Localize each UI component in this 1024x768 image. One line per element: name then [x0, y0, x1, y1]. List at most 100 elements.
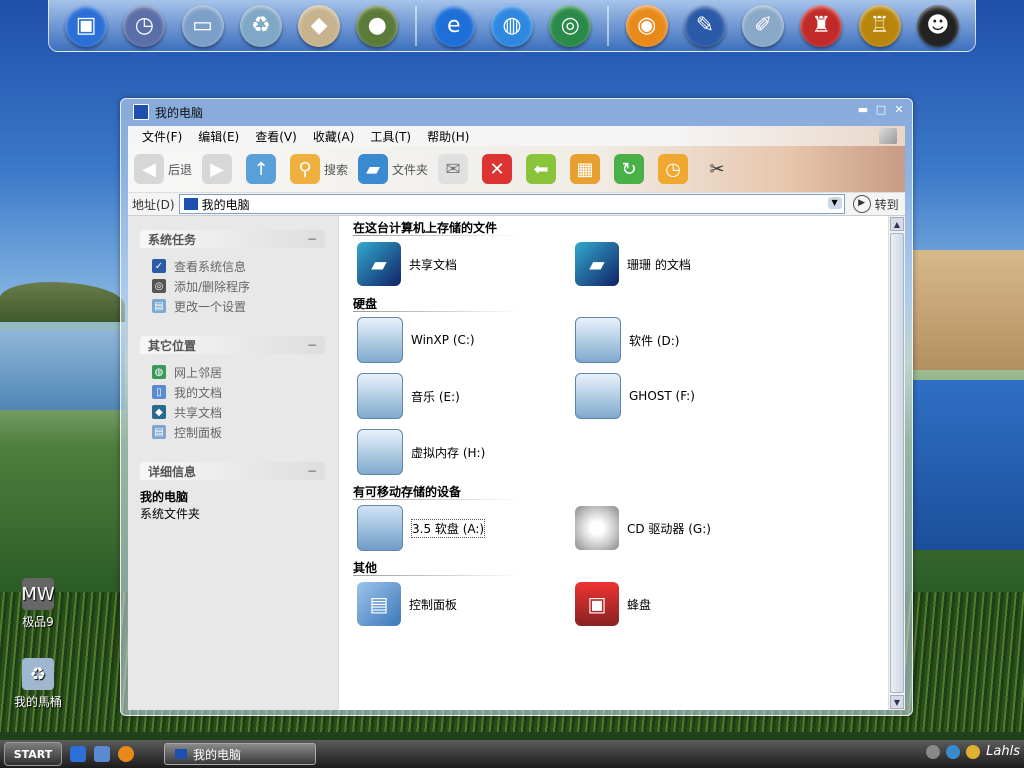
tray-qq-icon[interactable] [966, 744, 981, 759]
address-label: 地址(D) [132, 197, 175, 212]
collapse-icon[interactable]: − [307, 338, 317, 352]
forward-arrow-icon: ▶ [202, 154, 233, 184]
task-view-system-info[interactable]: ✓ 查看系统信息 [152, 256, 325, 276]
back-button[interactable]: ◀ 后退 [134, 154, 192, 184]
close-button[interactable]: ✕ [892, 103, 906, 117]
delete-button[interactable]: ✕ [482, 154, 516, 184]
globe-icon[interactable]: ◍ [490, 4, 533, 47]
forward-button[interactable]: ▶ [202, 154, 236, 184]
refresh-icon: ↻ [614, 154, 645, 184]
place-shared-documents[interactable]: ◆ 共享文档 [152, 402, 325, 422]
clock-icon[interactable]: ◷ [123, 4, 166, 47]
menu-tools[interactable]: 工具(T) [362, 128, 419, 145]
item-control-panel[interactable]: ▤ 控制面板 [353, 576, 571, 632]
address-input[interactable]: 我的电脑 ▼ [178, 194, 845, 214]
quicklaunch-desktop-icon[interactable] [94, 746, 110, 762]
notepad-tools-icon[interactable]: ✐ [742, 4, 785, 47]
cloud-disk-icon: ▣ [575, 582, 619, 626]
scroll-up-icon[interactable]: ▲ [890, 217, 904, 231]
item-drive-d[interactable]: 软件 (D:) [571, 312, 789, 368]
qq-box-icon[interactable]: ◆ [298, 4, 341, 47]
task-add-remove-programs[interactable]: ◎ 添加/删除程序 [152, 276, 325, 296]
file-list: 在这台计算机上存储的文件 ▰ 共享文档 ▰ 珊珊 的文档 硬盘 WinXP (C… [339, 216, 905, 710]
floppy-disk-icon [357, 505, 403, 551]
history-button[interactable]: ◷ [658, 154, 692, 184]
item-drive-f[interactable]: GHOST (F:) [571, 368, 789, 424]
up-button[interactable]: ↑ [246, 154, 280, 184]
folders-button[interactable]: ▰ 文件夹 [358, 154, 428, 184]
menu-bar: 文件(F) 编辑(E) 查看(V) 收藏(A) 工具(T) 帮助(H) [128, 126, 905, 146]
vertical-scrollbar[interactable]: ▲ ▼ [888, 216, 905, 710]
panel-header[interactable]: 系统任务 − [140, 230, 325, 248]
menu-view[interactable]: 查看(V) [247, 128, 305, 145]
tray-network-icon[interactable] [946, 744, 961, 759]
menu-favorites[interactable]: 收藏(A) [305, 128, 363, 145]
quicklaunch-media-icon[interactable] [118, 746, 134, 762]
joystick-icon[interactable]: ♜ [800, 4, 843, 47]
chevron-down-icon[interactable]: ▼ [827, 197, 842, 209]
collapse-icon[interactable]: − [307, 464, 317, 478]
my-computer-icon[interactable]: ▣ [65, 4, 108, 47]
internet-explorer-icon[interactable]: e [432, 4, 475, 47]
item-drive-h[interactable]: 虚拟内存 (H:) [353, 424, 571, 480]
start-button[interactable]: START [4, 742, 62, 766]
window-client: 文件(F) 编辑(E) 查看(V) 收藏(A) 工具(T) 帮助(H) ◀ 后退… [128, 126, 905, 710]
item-shared-documents[interactable]: ▰ 共享文档 [353, 236, 571, 292]
window-title: 我的电脑 [155, 105, 204, 120]
go-button[interactable]: ▶ 转到 [852, 195, 899, 213]
refresh-button[interactable]: ↻ [614, 154, 648, 184]
panel-header[interactable]: 详细信息 − [140, 462, 325, 480]
network-globe-icon[interactable]: ◎ [549, 4, 592, 47]
hard-drive-icon [357, 373, 403, 419]
menu-help[interactable]: 帮助(H) [419, 128, 477, 145]
place-control-panel[interactable]: ▤ 控制面板 [152, 422, 325, 442]
item-user-documents[interactable]: ▰ 珊珊 的文档 [571, 236, 789, 292]
undo-button[interactable]: ⬅ [526, 154, 560, 184]
task-change-setting[interactable]: ▤ 更改一个设置 [152, 296, 325, 316]
maximize-button[interactable]: □ [874, 103, 888, 117]
desktop-icon-jipin9[interactable]: MW 极品9 [3, 578, 73, 630]
clock-icon: ◷ [658, 154, 689, 184]
item-cd-drive-g[interactable]: CD 驱动器 (G:) [571, 500, 789, 556]
place-my-documents[interactable]: ▯ 我的文档 [152, 382, 325, 402]
details-name: 我的电脑 [140, 490, 189, 504]
scanner-icon[interactable]: ▭ [181, 4, 224, 47]
panel-header[interactable]: 其它位置 − [140, 336, 325, 354]
bronze-vessel-icon[interactable]: ♖ [858, 4, 901, 47]
recycle-bin-icon[interactable]: ♻ [239, 4, 282, 47]
desktop-icon-recycle-bin[interactable]: ♻ 我的馬桶 [3, 658, 73, 710]
toolbar: ◀ 后退 ▶ ↑ ⚲ 搜索 ▰ 文件夹 ✉ ✕ ⬅ ▦ ↻ ◷ ✂ [128, 146, 905, 193]
media-player-icon[interactable]: ◉ [625, 4, 668, 47]
qq-penguin-icon[interactable]: ☻ [916, 4, 959, 47]
item-drive-c[interactable]: WinXP (C:) [353, 312, 571, 368]
document-icon: ▯ [152, 385, 166, 399]
tray-volume-icon[interactable] [926, 744, 941, 759]
scissors-icon: ✂ [709, 158, 725, 180]
item-floppy-a[interactable]: 3.5 软盘 (A:) [353, 500, 571, 556]
place-network[interactable]: ◍ 网上邻居 [152, 362, 325, 382]
move-to-button[interactable]: ✉ [438, 154, 472, 184]
qq-penguin-group-icon[interactable]: ● [356, 4, 399, 47]
delete-icon: ✕ [482, 154, 513, 184]
scroll-down-icon[interactable]: ▼ [890, 695, 904, 709]
menu-file[interactable]: 文件(F) [134, 128, 190, 145]
item-cloud-disk[interactable]: ▣ 蜂盘 [571, 576, 789, 632]
section-header-removable: 有可移动存储的设备 [353, 480, 633, 500]
scroll-thumb[interactable] [890, 233, 904, 693]
cut-button[interactable]: ✂ [702, 154, 736, 184]
my-computer-window: 我的电脑 ▬ □ ✕ 文件(F) 编辑(E) 查看(V) 收藏(A) 工具(T)… [120, 98, 913, 716]
views-button[interactable]: ▦ [570, 154, 604, 184]
drawing-board-icon[interactable]: ✎ [683, 4, 726, 47]
menu-edit[interactable]: 编辑(E) [190, 128, 247, 145]
desktop-icon-label: 极品9 [22, 615, 54, 629]
quicklaunch-ie-icon[interactable] [70, 746, 86, 762]
window-titlebar[interactable]: 我的电脑 ▬ □ ✕ [121, 99, 912, 125]
taskbar-item-my-computer[interactable]: 我的电脑 [164, 743, 316, 765]
item-drive-e[interactable]: 音乐 (E:) [353, 368, 571, 424]
my-computer-icon [133, 104, 149, 120]
back-arrow-icon: ◀ [134, 154, 164, 184]
search-button[interactable]: ⚲ 搜索 [290, 154, 348, 184]
collapse-icon[interactable]: − [307, 232, 317, 246]
minimize-button[interactable]: ▬ [856, 103, 870, 117]
search-icon: ⚲ [290, 154, 321, 184]
